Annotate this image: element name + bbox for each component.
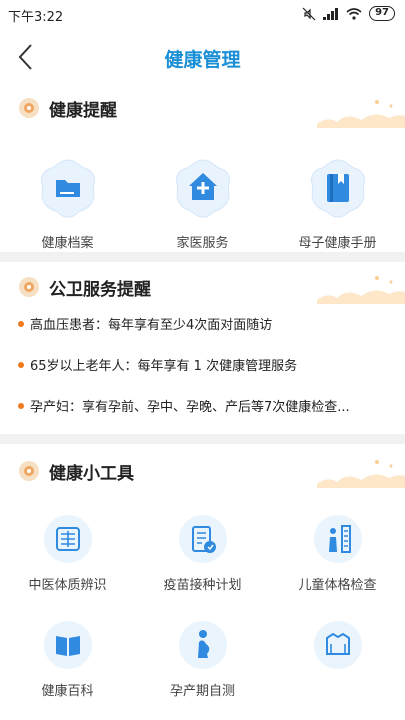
family-doctor-button[interactable]: 家医服务 <box>135 156 270 251</box>
page-title: 健康管理 <box>164 49 241 71</box>
wifi-icon <box>346 7 362 20</box>
health-record-button[interactable]: 健康档案 <box>0 156 135 251</box>
notice-item[interactable]: 65岁以上老年人：每年享有 1 次健康管理服务 <box>18 355 388 374</box>
signal-icon <box>323 7 339 20</box>
pregnancy-icon <box>178 621 227 669</box>
status-time: 下午3:22 <box>8 10 64 25</box>
maternal-handbook-button[interactable]: 母子健康手册 <box>270 156 405 251</box>
health-encyclopedia-label: 健康百科 <box>41 684 94 699</box>
flower-badge-icon <box>19 461 39 481</box>
handbook-icon <box>310 159 365 218</box>
flower-badge-icon <box>19 98 39 118</box>
tcm-label: 中医体质辨识 <box>28 578 107 593</box>
health-encyclopedia-button[interactable]: 健康百科 <box>0 620 135 699</box>
health-record-label: 健康档案 <box>41 236 94 251</box>
status-icons: 97 <box>302 6 395 21</box>
battery-indicator: 97 <box>369 6 395 21</box>
health-tools-section: 健康小工具 中医体质辨识 疫苗接种计划 儿童体格检查 健康百科 孕产期自测 <box>0 444 405 720</box>
notice-item[interactable]: 高血压患者：每年享有至少4次面对面随访 <box>18 314 388 333</box>
bullet-dot <box>18 361 24 368</box>
mute-icon <box>302 7 316 20</box>
folder-icon <box>40 159 95 218</box>
notice-item[interactable]: 孕产妇：享有孕前、孕中、孕晚、产后等7次健康检查... <box>18 396 388 415</box>
family-doctor-label: 家医服务 <box>176 236 229 251</box>
maternal-handbook-label: 母子健康手册 <box>298 236 377 251</box>
status-bar: 下午3:22 97 <box>0 0 405 30</box>
section-title: 健康小工具 <box>49 463 134 484</box>
section-divider <box>0 252 405 262</box>
vaccine-plan-button[interactable]: 疫苗接种计划 <box>135 514 270 593</box>
clothing-icon <box>313 621 362 669</box>
decoration-pattern <box>317 460 405 488</box>
health-reminder-section: 健康提醒 健康档案 家医服务 母子健康手册 <box>0 86 405 251</box>
section-divider <box>0 434 405 444</box>
decoration-pattern <box>317 100 405 128</box>
notice-text: 65岁以上老年人：每年享有 1 次健康管理服务 <box>30 359 298 374</box>
child-exam-button[interactable]: 儿童体格检查 <box>270 514 405 593</box>
flower-badge-icon <box>19 277 39 297</box>
book-icon <box>43 621 92 669</box>
section-header: 公卫服务提醒 <box>18 272 151 302</box>
pregnancy-selftest-label: 孕产期自测 <box>169 684 235 699</box>
tcm-constitution-button[interactable]: 中医体质辨识 <box>0 514 135 593</box>
public-health-section: 公卫服务提醒 高血压患者：每年享有至少4次面对面随访 65岁以上老年人：每年享有… <box>0 262 405 432</box>
bullet-dot <box>18 320 24 327</box>
pregnancy-selftest-button[interactable]: 孕产期自测 <box>135 620 270 699</box>
nav-bar: 健康管理 <box>0 36 405 80</box>
section-header: 健康小工具 <box>18 456 134 486</box>
vaccine-plan-label: 疫苗接种计划 <box>163 578 242 593</box>
decoration-pattern <box>317 276 405 304</box>
house-plus-icon <box>175 159 230 218</box>
tool-item-6[interactable] <box>270 620 405 699</box>
bullet-dot <box>18 402 24 409</box>
section-title: 公卫服务提醒 <box>49 279 151 300</box>
vaccine-plan-icon <box>178 515 227 563</box>
notice-text: 高血压患者：每年享有至少4次面对面随访 <box>30 318 273 333</box>
child-exam-label: 儿童体格检查 <box>298 578 377 593</box>
section-title: 健康提醒 <box>49 100 117 121</box>
notice-text: 孕产妇：享有孕前、孕中、孕晚、产后等7次健康检查... <box>30 400 350 415</box>
section-header: 健康提醒 <box>18 93 117 123</box>
tcm-icon <box>43 515 92 563</box>
child-height-icon <box>313 515 362 563</box>
